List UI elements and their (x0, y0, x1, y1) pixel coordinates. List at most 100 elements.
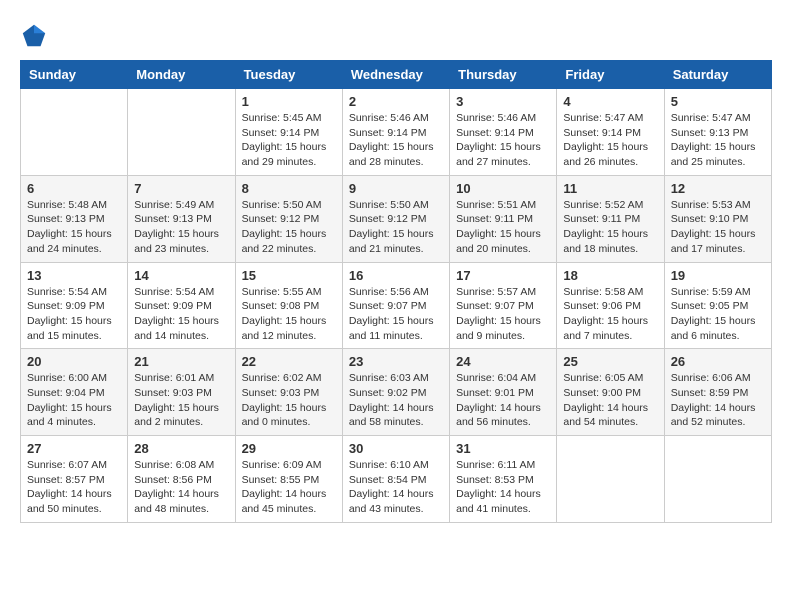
day-number: 2 (349, 94, 443, 109)
calendar-week-row: 6 Sunrise: 5:48 AM Sunset: 9:13 PM Daylig… (21, 175, 772, 262)
day-info: Sunrise: 5:48 AM Sunset: 9:13 PM Dayligh… (27, 198, 121, 257)
calendar-header-wednesday: Wednesday (342, 61, 449, 89)
day-number: 21 (134, 354, 228, 369)
calendar-cell: 30 Sunrise: 6:10 AM Sunset: 8:54 PM Dayli… (342, 436, 449, 523)
day-info: Sunrise: 5:54 AM Sunset: 9:09 PM Dayligh… (27, 285, 121, 344)
calendar-header-monday: Monday (128, 61, 235, 89)
calendar-cell (557, 436, 664, 523)
day-number: 30 (349, 441, 443, 456)
calendar-cell: 2 Sunrise: 5:46 AM Sunset: 9:14 PM Daylig… (342, 89, 449, 176)
day-info: Sunrise: 5:47 AM Sunset: 9:13 PM Dayligh… (671, 111, 765, 170)
calendar-header-row: SundayMondayTuesdayWednesdayThursdayFrid… (21, 61, 772, 89)
day-number: 12 (671, 181, 765, 196)
day-number: 4 (563, 94, 657, 109)
calendar-table: SundayMondayTuesdayWednesdayThursdayFrid… (20, 60, 772, 523)
day-info: Sunrise: 5:47 AM Sunset: 9:14 PM Dayligh… (563, 111, 657, 170)
day-info: Sunrise: 6:09 AM Sunset: 8:55 PM Dayligh… (242, 458, 336, 517)
day-number: 14 (134, 268, 228, 283)
calendar-cell: 16 Sunrise: 5:56 AM Sunset: 9:07 PM Dayli… (342, 262, 449, 349)
day-info: Sunrise: 5:58 AM Sunset: 9:06 PM Dayligh… (563, 285, 657, 344)
day-number: 26 (671, 354, 765, 369)
calendar-cell: 21 Sunrise: 6:01 AM Sunset: 9:03 PM Dayli… (128, 349, 235, 436)
day-number: 28 (134, 441, 228, 456)
day-info: Sunrise: 5:45 AM Sunset: 9:14 PM Dayligh… (242, 111, 336, 170)
day-number: 23 (349, 354, 443, 369)
day-info: Sunrise: 5:53 AM Sunset: 9:10 PM Dayligh… (671, 198, 765, 257)
calendar-header-thursday: Thursday (450, 61, 557, 89)
calendar-cell: 5 Sunrise: 5:47 AM Sunset: 9:13 PM Daylig… (664, 89, 771, 176)
day-number: 8 (242, 181, 336, 196)
calendar-cell: 7 Sunrise: 5:49 AM Sunset: 9:13 PM Daylig… (128, 175, 235, 262)
calendar-cell: 4 Sunrise: 5:47 AM Sunset: 9:14 PM Daylig… (557, 89, 664, 176)
day-number: 16 (349, 268, 443, 283)
calendar-cell: 20 Sunrise: 6:00 AM Sunset: 9:04 PM Dayli… (21, 349, 128, 436)
day-info: Sunrise: 6:11 AM Sunset: 8:53 PM Dayligh… (456, 458, 550, 517)
day-info: Sunrise: 5:55 AM Sunset: 9:08 PM Dayligh… (242, 285, 336, 344)
calendar-cell: 13 Sunrise: 5:54 AM Sunset: 9:09 PM Dayli… (21, 262, 128, 349)
day-info: Sunrise: 6:07 AM Sunset: 8:57 PM Dayligh… (27, 458, 121, 517)
day-number: 13 (27, 268, 121, 283)
calendar-cell: 31Sunrise: 6:11 AM Sunset: 8:53 PM Dayli… (450, 436, 557, 523)
day-info: Sunrise: 6:00 AM Sunset: 9:04 PM Dayligh… (27, 371, 121, 430)
calendar-cell: 19Sunrise: 5:59 AM Sunset: 9:05 PM Dayli… (664, 262, 771, 349)
day-info: Sunrise: 5:46 AM Sunset: 9:14 PM Dayligh… (349, 111, 443, 170)
logo-icon (20, 22, 48, 50)
day-info: Sunrise: 5:59 AM Sunset: 9:05 PM Dayligh… (671, 285, 765, 344)
calendar-cell: 12 Sunrise: 5:53 AM Sunset: 9:10 PM Dayli… (664, 175, 771, 262)
day-info: Sunrise: 6:08 AM Sunset: 8:56 PM Dayligh… (134, 458, 228, 517)
day-number: 15 (242, 268, 336, 283)
calendar-cell: 1 Sunrise: 5:45 AM Sunset: 9:14 PM Daylig… (235, 89, 342, 176)
day-info: Sunrise: 5:49 AM Sunset: 9:13 PM Dayligh… (134, 198, 228, 257)
calendar-cell: 10 Sunrise: 5:51 AM Sunset: 9:11 PM Dayli… (450, 175, 557, 262)
day-info: Sunrise: 5:50 AM Sunset: 9:12 PM Dayligh… (242, 198, 336, 257)
calendar-cell: 8 Sunrise: 5:50 AM Sunset: 9:12 PM Daylig… (235, 175, 342, 262)
day-number: 20 (27, 354, 121, 369)
calendar-cell: 6 Sunrise: 5:48 AM Sunset: 9:13 PM Daylig… (21, 175, 128, 262)
day-number: 10 (456, 181, 550, 196)
day-info: Sunrise: 6:10 AM Sunset: 8:54 PM Dayligh… (349, 458, 443, 517)
day-info: Sunrise: 5:51 AM Sunset: 9:11 PM Dayligh… (456, 198, 550, 257)
day-number: 27 (27, 441, 121, 456)
calendar-cell (664, 436, 771, 523)
calendar-cell: 17 Sunrise: 5:57 AM Sunset: 9:07 PM Dayli… (450, 262, 557, 349)
day-info: Sunrise: 5:57 AM Sunset: 9:07 PM Dayligh… (456, 285, 550, 344)
calendar-week-row: 27 Sunrise: 6:07 AM Sunset: 8:57 PM Dayli… (21, 436, 772, 523)
calendar-header-friday: Friday (557, 61, 664, 89)
calendar-cell: 9 Sunrise: 5:50 AM Sunset: 9:12 PM Daylig… (342, 175, 449, 262)
day-number: 22 (242, 354, 336, 369)
calendar-cell: 18 Sunrise: 5:58 AM Sunset: 9:06 PM Dayli… (557, 262, 664, 349)
calendar-header-sunday: Sunday (21, 61, 128, 89)
day-info: Sunrise: 5:56 AM Sunset: 9:07 PM Dayligh… (349, 285, 443, 344)
calendar-week-row: 20 Sunrise: 6:00 AM Sunset: 9:04 PM Dayli… (21, 349, 772, 436)
day-info: Sunrise: 6:06 AM Sunset: 8:59 PM Dayligh… (671, 371, 765, 430)
calendar-week-row: 13 Sunrise: 5:54 AM Sunset: 9:09 PM Dayli… (21, 262, 772, 349)
day-number: 1 (242, 94, 336, 109)
day-number: 9 (349, 181, 443, 196)
calendar-cell: 3Sunrise: 5:46 AM Sunset: 9:14 PM Daylig… (450, 89, 557, 176)
day-info: Sunrise: 5:52 AM Sunset: 9:11 PM Dayligh… (563, 198, 657, 257)
day-number: 25 (563, 354, 657, 369)
calendar-cell: 24Sunrise: 6:04 AM Sunset: 9:01 PM Dayli… (450, 349, 557, 436)
day-number: 11 (563, 181, 657, 196)
day-info: Sunrise: 5:50 AM Sunset: 9:12 PM Dayligh… (349, 198, 443, 257)
day-number: 29 (242, 441, 336, 456)
day-number: 6 (27, 181, 121, 196)
calendar-cell: 15 Sunrise: 5:55 AM Sunset: 9:08 PM Dayli… (235, 262, 342, 349)
day-number: 18 (563, 268, 657, 283)
day-info: Sunrise: 6:02 AM Sunset: 9:03 PM Dayligh… (242, 371, 336, 430)
calendar-week-row: 1 Sunrise: 5:45 AM Sunset: 9:14 PM Daylig… (21, 89, 772, 176)
day-info: Sunrise: 6:01 AM Sunset: 9:03 PM Dayligh… (134, 371, 228, 430)
day-number: 17 (456, 268, 550, 283)
calendar-header-saturday: Saturday (664, 61, 771, 89)
calendar-cell: 11 Sunrise: 5:52 AM Sunset: 9:11 PM Dayli… (557, 175, 664, 262)
day-info: Sunrise: 5:54 AM Sunset: 9:09 PM Dayligh… (134, 285, 228, 344)
day-number: 24 (456, 354, 550, 369)
calendar-cell (21, 89, 128, 176)
day-info: Sunrise: 6:03 AM Sunset: 9:02 PM Dayligh… (349, 371, 443, 430)
day-info: Sunrise: 6:05 AM Sunset: 9:00 PM Dayligh… (563, 371, 657, 430)
calendar-cell: 26 Sunrise: 6:06 AM Sunset: 8:59 PM Dayli… (664, 349, 771, 436)
day-number: 7 (134, 181, 228, 196)
calendar-cell (128, 89, 235, 176)
calendar-cell: 27 Sunrise: 6:07 AM Sunset: 8:57 PM Dayli… (21, 436, 128, 523)
day-number: 5 (671, 94, 765, 109)
